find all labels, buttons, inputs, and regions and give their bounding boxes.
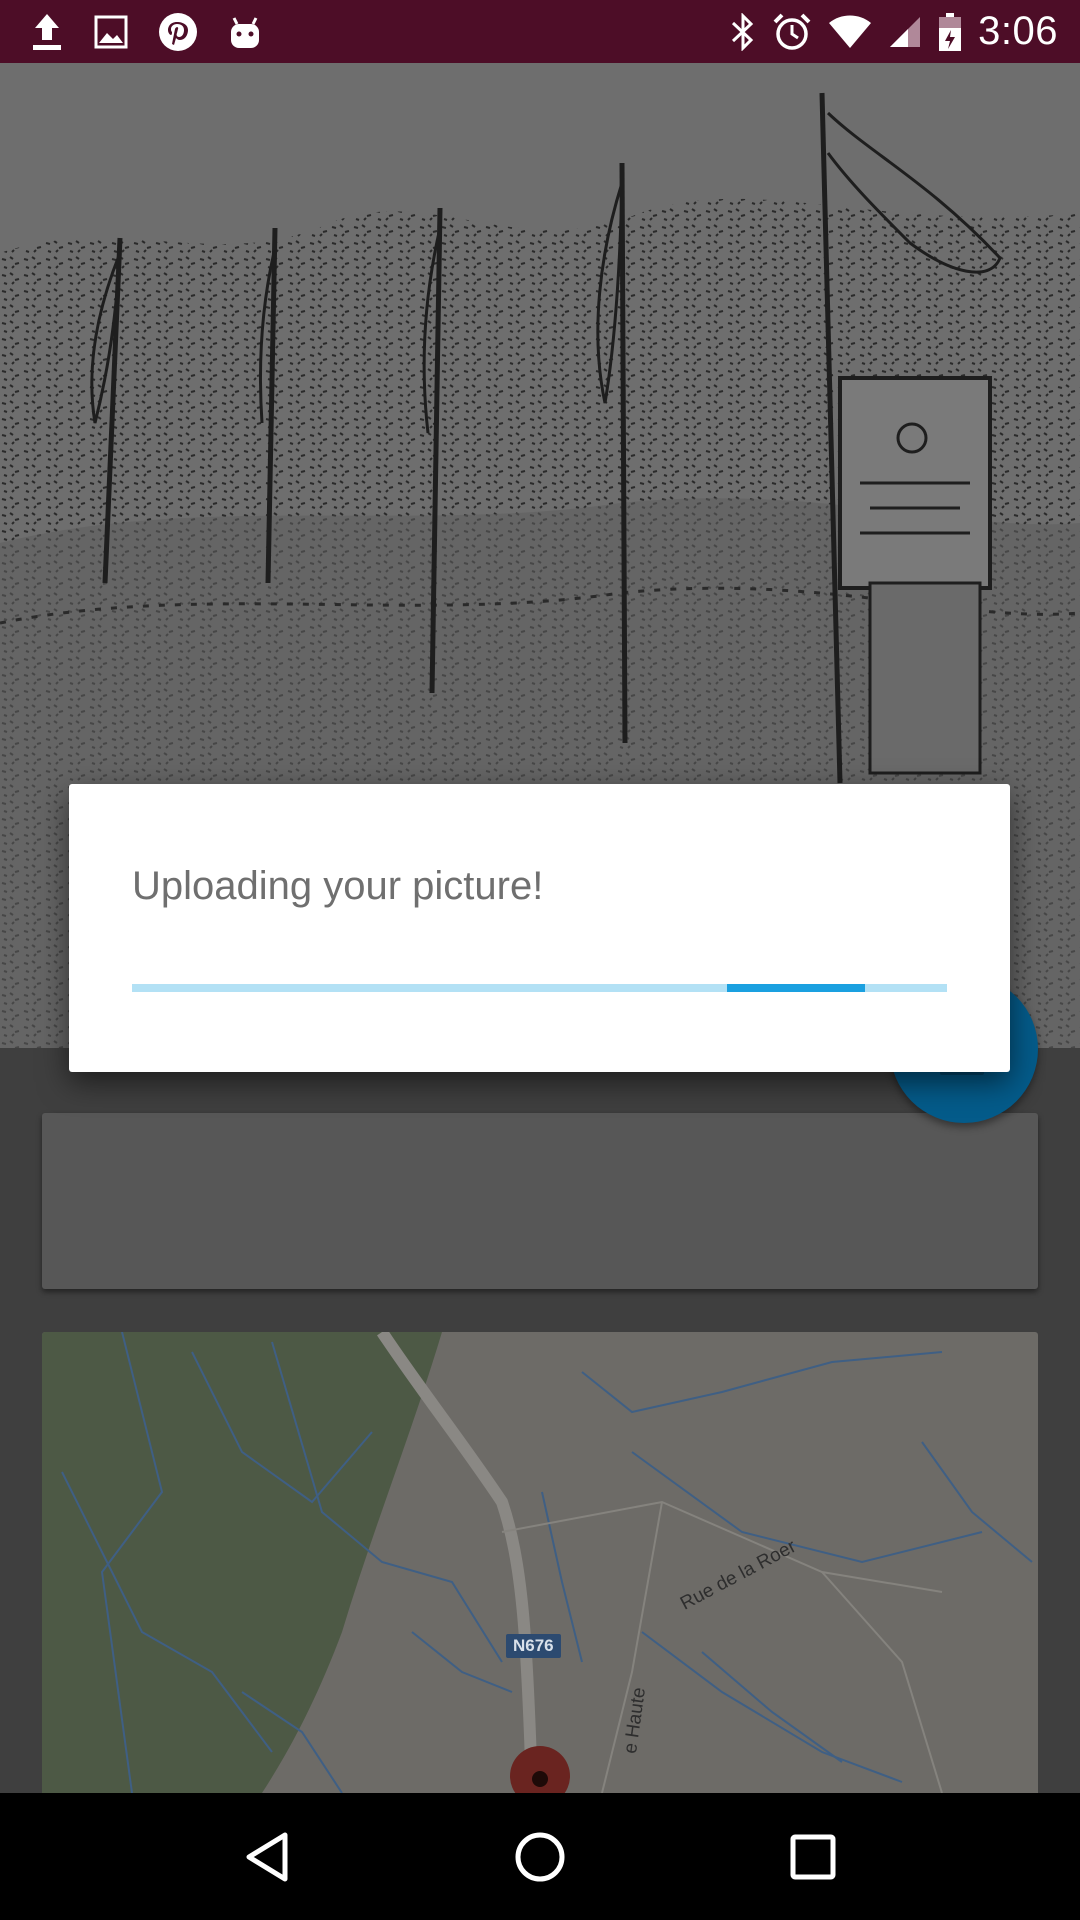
upload-icon <box>30 12 64 52</box>
wifi-icon <box>828 14 872 50</box>
screen: 3:06 N676 Rue de la Roer e Haute Uploadi… <box>0 0 1080 1920</box>
battery-icon <box>938 12 962 52</box>
back-icon[interactable] <box>217 1807 317 1907</box>
details-card <box>42 1113 1038 1289</box>
android-icon <box>228 14 262 50</box>
location-map[interactable]: N676 Rue de la Roer e Haute <box>42 1332 1038 1793</box>
pinterest-icon <box>158 12 198 52</box>
navigation-bar <box>0 1793 1080 1920</box>
cell-signal-icon <box>888 15 922 49</box>
road-badge: N676 <box>506 1634 561 1658</box>
bluetooth-icon <box>730 12 756 51</box>
progress-bar <box>132 984 947 992</box>
progress-indicator <box>726 984 866 992</box>
clock: 3:06 <box>978 9 1058 53</box>
recents-icon[interactable] <box>763 1807 863 1907</box>
dialog-message: Uploading your picture! <box>132 864 544 908</box>
status-bar: 3:06 <box>0 0 1080 63</box>
alarm-icon <box>772 12 812 52</box>
image-icon <box>94 15 128 49</box>
system-icons: 3:06 <box>714 9 1058 54</box>
progress-dialog: Uploading your picture! <box>69 784 1010 1072</box>
home-icon[interactable] <box>490 1807 590 1907</box>
notification-icons <box>30 12 292 52</box>
